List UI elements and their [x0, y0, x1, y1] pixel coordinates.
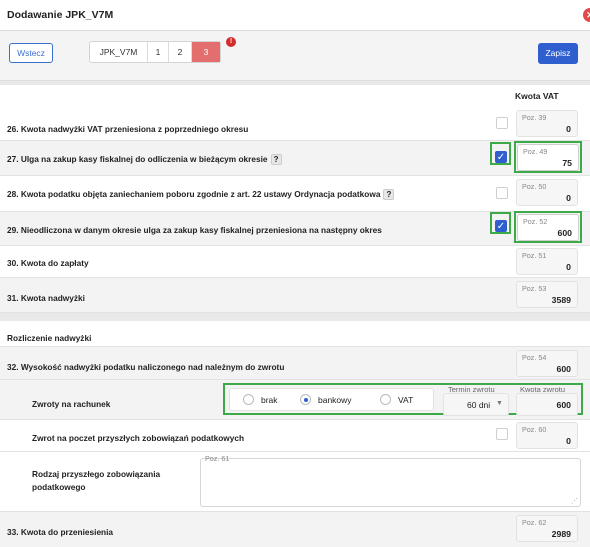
row-33: 33. Kwota do przeniesienia Poz. 62 2989 [0, 512, 590, 547]
field-value: 600 [556, 400, 572, 410]
poz-label: Poz. 60 [522, 425, 547, 434]
row-label: 31. Kwota nadwyżki [7, 293, 85, 303]
back-button[interactable]: Wstecz [9, 43, 53, 63]
help-icon[interactable]: ? [270, 154, 282, 166]
highlight-box [514, 211, 582, 243]
radio-label: VAT [398, 394, 414, 405]
radio-brak[interactable]: brak [243, 394, 278, 405]
row-label-wrap: 27. Ulga na zakup kasy fiskalnej do odli… [7, 154, 282, 166]
row-30-field: Poz. 51 0 [516, 248, 578, 275]
field-value: 2989 [551, 529, 571, 539]
future-obligations-checkbox[interactable] [496, 428, 508, 440]
field-value: 600 [556, 364, 572, 374]
row-label-line2: podatkowego [32, 482, 86, 492]
resize-grip-icon[interactable]: ⋰ [571, 497, 578, 505]
close-icon[interactable]: ✕ [583, 8, 590, 22]
highlight-box [514, 141, 582, 173]
row-32: 32. Wysokość nadwyżki podatku naliczoneg… [0, 347, 590, 380]
row-33-field: Poz. 62 2989 [516, 515, 578, 542]
row-26-field[interactable]: Poz. 39 0 [516, 110, 578, 137]
radio-label: bankowy [318, 394, 352, 405]
radio-label: brak [261, 394, 278, 405]
step-2[interactable]: 2 [169, 42, 192, 62]
row-30: 30. Kwota do zapłaty Poz. 51 0 [0, 246, 590, 278]
poz-label: Poz. 62 [522, 518, 547, 527]
rodzaj-textarea[interactable]: Poz. 61 ⋰ [200, 454, 581, 507]
error-badge-icon: ! [226, 37, 236, 47]
row-label: Rodzaj przyszłego zobowiązania podatkowe… [32, 468, 160, 494]
row-label: 30. Kwota do zapłaty [7, 258, 89, 268]
row-label: 27. Ulga na zakup kasy fiskalnej do odli… [7, 154, 268, 164]
row-label: Zwrot na poczet przyszłych zobowiązań po… [32, 433, 245, 443]
refund-type-radio-group: brak bankowy VAT [229, 388, 434, 411]
section-header: Rozliczenie nadwyżki [0, 321, 590, 347]
row-future-obligations: Zwrot na poczet przyszłych zobowiązań po… [0, 420, 590, 452]
row-26-checkbox[interactable] [496, 117, 508, 129]
dialog-header: Dodawanie JPK_V7M ✕ [0, 0, 590, 31]
poz-label: Poz. 39 [522, 113, 547, 122]
save-button[interactable]: Zapisz [538, 43, 578, 64]
row-28: 28. Kwota podatku objęta zaniechaniem po… [0, 176, 590, 212]
field-value: 0 [566, 436, 571, 446]
toolbar: Wstecz JPK_V7M 1 2 3 ! Zapisz [0, 31, 590, 81]
field-value: 0 [566, 124, 571, 134]
radio-circle [380, 394, 391, 405]
row-32-field[interactable]: Poz. 54 600 [516, 350, 578, 377]
row-label-wrap: 28. Kwota podatku objęta zaniechaniem po… [7, 189, 395, 201]
step-1[interactable]: 1 [148, 42, 169, 62]
row-26: 26. Kwota nadwyżki VAT przeniesiona z po… [0, 107, 590, 141]
form-stepper: JPK_V7M 1 2 3 [89, 41, 221, 63]
poz-label: Poz. 54 [522, 353, 547, 362]
field-value: 0 [566, 193, 571, 203]
radio-circle-selected [300, 394, 311, 405]
row-label: 29. Nieodliczona w danym okresie ulga za… [7, 225, 382, 235]
row-28-field[interactable]: Poz. 50 0 [516, 179, 578, 206]
row-rodzaj: Rodzaj przyszłego zobowiązania podatkowe… [0, 452, 590, 512]
poz-label: Poz. 53 [522, 284, 547, 293]
row-28-checkbox[interactable] [496, 187, 508, 199]
radio-circle [243, 394, 254, 405]
row-label-line1: Rodzaj przyszłego zobowiązania [32, 469, 161, 479]
radio-vat[interactable]: VAT [380, 394, 413, 405]
radio-bankowy[interactable]: bankowy [300, 394, 352, 405]
row-label: 33. Kwota do przeniesienia [7, 527, 114, 537]
row-label: 26. Kwota nadwyżki VAT przeniesiona z po… [7, 124, 249, 134]
row-27: 27. Ulga na zakup kasy fiskalnej do odli… [0, 141, 590, 176]
poz-label: Poz. 51 [522, 251, 547, 260]
row-label: 32. Wysokość nadwyżki podatku naliczoneg… [7, 362, 285, 372]
row-label: 28. Kwota podatku objęta zaniechaniem po… [7, 189, 381, 199]
step-3-active[interactable]: 3 [192, 42, 220, 62]
chevron-down-icon: ▼ [496, 400, 503, 407]
field-value: 0 [566, 262, 571, 272]
poz-label: Poz. 61 [205, 454, 230, 463]
highlight-box [490, 142, 511, 165]
future-obligations-field[interactable]: Poz. 60 0 [516, 422, 578, 449]
section-title: Rozliczenie nadwyżki [7, 333, 92, 343]
highlight-box [490, 212, 511, 234]
termin-value: 60 dni [467, 400, 491, 410]
kwota-zwrotu-field[interactable]: 600 [516, 393, 578, 416]
step-jpk[interactable]: JPK_V7M [90, 42, 148, 62]
dialog-title: Dodawanie JPK_V7M [7, 9, 114, 21]
row-31: 31. Kwota nadwyżki Poz. 53 3589 [0, 278, 590, 313]
column-header-kwota-vat: Kwota VAT [515, 91, 559, 101]
row-zwroty: Zwroty na rachunek brak bankowy VAT Term… [0, 380, 590, 420]
field-value: 3589 [551, 295, 571, 305]
help-icon[interactable]: ? [383, 189, 395, 201]
row-31-field: Poz. 53 3589 [516, 281, 578, 308]
row-label: Zwroty na rachunek [32, 399, 111, 409]
row-29: 29. Nieodliczona w danym okresie ulga za… [0, 211, 590, 246]
column-header-row: Kwota VAT [0, 85, 590, 107]
termin-select[interactable]: 60 dni ▼ [443, 393, 509, 416]
poz-label: Poz. 50 [522, 182, 547, 191]
